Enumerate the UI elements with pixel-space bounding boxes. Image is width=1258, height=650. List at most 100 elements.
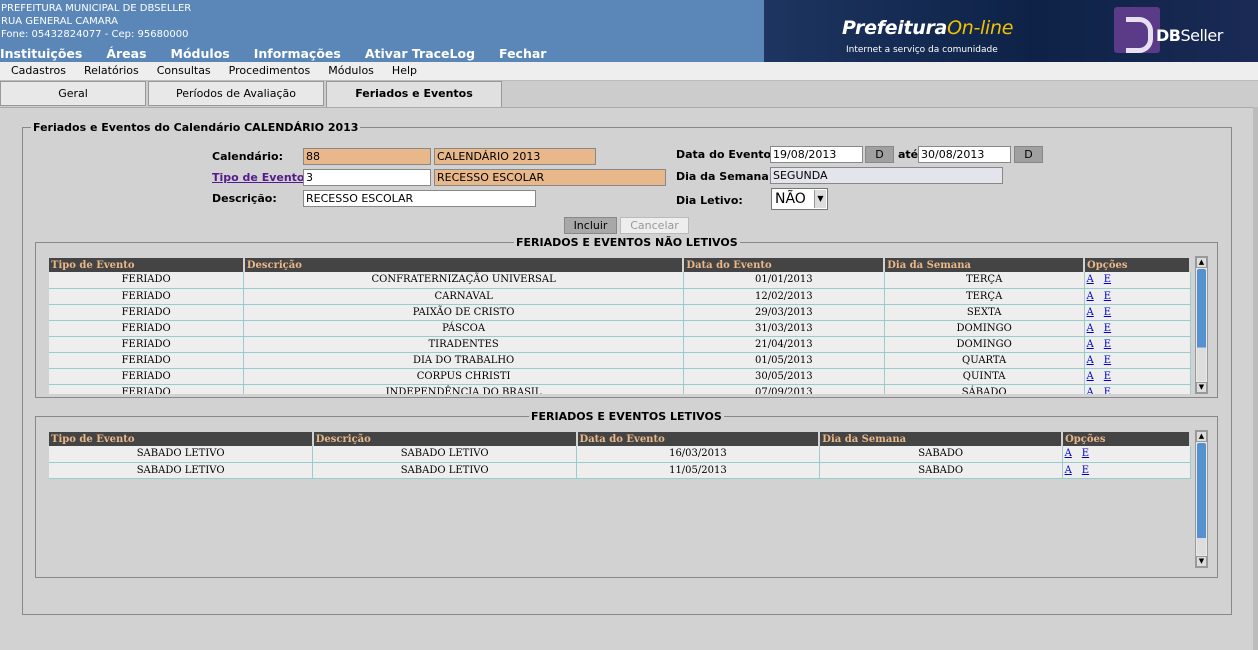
alter-link[interactable]: A [1087, 323, 1094, 334]
col-tipo-evento: Tipo de Evento [49, 432, 314, 446]
table-cell: TERÇA [884, 288, 1085, 305]
tab-content: Feriados e Eventos do Calendário CALENDÁ… [0, 107, 1253, 650]
menu-consultas[interactable]: Consultas [157, 62, 211, 80]
table-cell: 21/04/2013 [683, 336, 885, 353]
data-evento-label: Data do Evento: [676, 148, 776, 161]
top-menu-informacoes[interactable]: Informações [254, 46, 341, 62]
table-cell: SÁBADO [884, 384, 1085, 394]
incluir-button[interactable]: Incluir [564, 217, 617, 234]
org-address: RUA GENERAL CAMARA [1, 16, 118, 27]
exclude-link[interactable]: E [1104, 307, 1111, 318]
options-cell: AE [1084, 272, 1191, 289]
table-row: FERIADO PAIXÃO DE CRISTO 29/03/2013 SEXTA A E [49, 304, 1191, 321]
options-cell: AE [1084, 304, 1191, 321]
scroll-thumb[interactable] [1197, 269, 1206, 381]
scroll-down-icon[interactable]: ▼ [1196, 382, 1207, 393]
table-cell: FERIADO [49, 320, 245, 337]
menu-procedimentos[interactable]: Procedimentos [229, 62, 311, 80]
dia-letivo-value: NÃO [775, 191, 806, 207]
data-inicio-input[interactable]: 19/08/2013 [770, 146, 863, 163]
header-banner: PREFEITURA MUNICIPAL DE DBSELLER RUA GEN… [0, 0, 1258, 62]
scroll-thumb[interactable] [1197, 443, 1206, 555]
exclude-link[interactable]: E [1104, 387, 1111, 395]
data-fim-input[interactable]: 30/08/2013 [918, 146, 1011, 163]
table-cell: 11/05/2013 [576, 462, 820, 479]
top-menu-areas[interactable]: Áreas [106, 46, 146, 62]
data-inicio-picker-button[interactable]: D [865, 146, 894, 163]
top-menu-tracelog[interactable]: Ativar TraceLog [365, 46, 475, 62]
top-menu-instituicoes[interactable]: Instituições [0, 46, 82, 62]
exclude-link[interactable]: E [1104, 274, 1111, 285]
table-cell: SABADO LETIVO [49, 446, 314, 463]
calendario-code-field: 88 [303, 148, 431, 165]
menu-bar: Cadastros Relatórios Consultas Procedime… [0, 62, 1258, 81]
top-menu-fechar[interactable]: Fechar [499, 46, 546, 62]
table-row: FERIADO CONFRATERNIZAÇÃO UNIVERSAL 01/01/2… [49, 272, 1191, 289]
table-cell: FERIADO [49, 368, 245, 385]
col-dia-semana: Dia da Semana [819, 432, 1064, 446]
vendor-rest: Seller [1180, 26, 1223, 45]
top-menu-modulos[interactable]: Módulos [171, 46, 230, 62]
dia-letivo-select[interactable]: NÃO ▼ [771, 188, 828, 210]
descricao-label: Descrição: [212, 192, 277, 205]
cancelar-button[interactable]: Cancelar [620, 217, 689, 234]
tab-feriados-eventos[interactable]: Feriados e Eventos [326, 81, 502, 107]
menu-modulos[interactable]: Módulos [328, 62, 374, 80]
alter-link[interactable]: A [1087, 339, 1094, 350]
table-cell: FERIADO [49, 288, 245, 305]
col-opcoes: Opções [1062, 432, 1191, 446]
alter-link[interactable]: A [1087, 307, 1094, 318]
nao-letivos-scrollbar[interactable]: ▲ ▼ [1195, 256, 1208, 394]
brand-title: PrefeituraOn-line [842, 17, 1013, 39]
descricao-input[interactable]: RECESSO ESCOLAR [303, 190, 536, 207]
table-cell: DIA DO TRABALHO [243, 352, 684, 369]
table-cell: 30/05/2013 [683, 368, 885, 385]
ate-label: até [898, 148, 919, 161]
exclude-link[interactable]: E [1104, 339, 1111, 350]
exclude-link[interactable]: E [1104, 371, 1111, 382]
form-legend: Feriados e Eventos do Calendário CALENDÁ… [33, 121, 359, 134]
menu-relatorios[interactable]: Relatórios [84, 62, 139, 80]
alter-link[interactable]: A [1065, 465, 1072, 476]
letivos-body: SABADO LETIVO SABADO LETIVO 16/03/2013 SABA… [49, 446, 1191, 479]
scroll-up-icon[interactable]: ▲ [1196, 257, 1207, 268]
options-cell: AE [1062, 462, 1191, 479]
tab-bar: Geral Períodos de Avaliação Feriados e E… [0, 81, 504, 107]
table-cell: SABADO [819, 446, 1063, 463]
options-cell: AE [1084, 336, 1191, 353]
alter-link[interactable]: A [1087, 291, 1094, 302]
alter-link[interactable]: A [1087, 387, 1094, 395]
alter-link[interactable]: A [1087, 371, 1094, 382]
data-fim-picker-button[interactable]: D [1014, 146, 1043, 163]
exclude-link[interactable]: E [1082, 448, 1089, 459]
calendario-name-field: CALENDÁRIO 2013 [434, 148, 596, 165]
exclude-link[interactable]: E [1104, 291, 1111, 302]
brand-logo: PrefeituraOn-line Internet a serviço da … [764, 0, 1258, 62]
letivos-legend: FERIADOS E EVENTOS LETIVOS [531, 410, 722, 423]
table-cell: TERÇA [884, 272, 1085, 289]
menu-help[interactable]: Help [392, 62, 417, 80]
alter-link[interactable]: A [1065, 448, 1072, 459]
scroll-up-icon[interactable]: ▲ [1196, 431, 1207, 442]
col-tipo-evento: Tipo de Evento [49, 258, 245, 272]
exclude-link[interactable]: E [1082, 465, 1089, 476]
page-scrollbar[interactable] [1253, 107, 1258, 650]
scroll-down-icon[interactable]: ▼ [1196, 556, 1207, 567]
table-row: FERIADO INDEPENDÊNCIA DO BRASIL 07/09/2013… [49, 384, 1191, 395]
exclude-link[interactable]: E [1104, 323, 1111, 334]
tipo-evento-code-input[interactable]: 3 [303, 169, 431, 186]
table-cell: QUINTA [884, 368, 1085, 385]
tab-geral[interactable]: Geral [0, 81, 146, 106]
table-cell: PAIXÃO DE CRISTO [243, 304, 684, 321]
table-cell: 16/03/2013 [576, 446, 820, 463]
tipo-evento-link[interactable]: Tipo de Evento: [212, 171, 309, 184]
alter-link[interactable]: A [1087, 355, 1094, 366]
menu-cadastros[interactable]: Cadastros [11, 62, 66, 80]
table-row: FERIADO DIA DO TRABALHO 01/05/2013 QUARTA A E [49, 352, 1191, 369]
table-row: SABADO LETIVO SABADO LETIVO 16/03/2013 SABA… [49, 446, 1191, 463]
letivos-scrollbar[interactable]: ▲ ▼ [1195, 430, 1208, 568]
alter-link[interactable]: A [1087, 274, 1094, 285]
exclude-link[interactable]: E [1104, 355, 1111, 366]
tab-periodos-avaliacao[interactable]: Períodos de Avaliação [148, 81, 324, 106]
options-cell: AE [1084, 368, 1191, 385]
